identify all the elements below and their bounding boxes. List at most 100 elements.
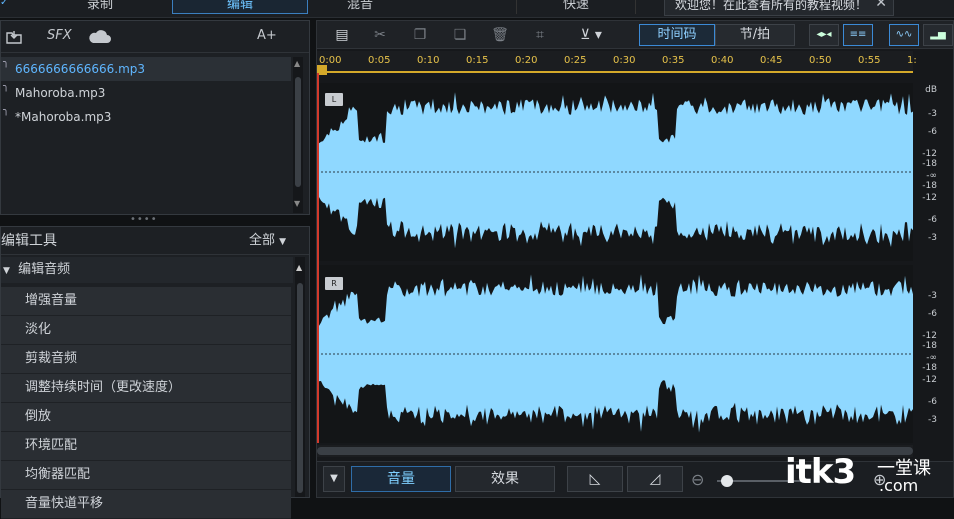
db-tick-label: -3 — [928, 291, 937, 301]
db-unit: dB — [925, 85, 937, 95]
list-item[interactable]: ╮ Mahoroba.mp3 — [1, 81, 291, 105]
file-marker-icon: ╮ — [3, 81, 10, 92]
file-list-scrollbar[interactable]: ▲ ▼ — [293, 57, 303, 213]
db-tick-label: -12 — [922, 193, 937, 203]
scroll-thumb[interactable] — [295, 77, 301, 187]
cut-icon[interactable]: ✂ — [371, 26, 389, 44]
tool-reverse[interactable]: 倒放 — [1, 403, 291, 432]
effects-tab-button[interactable]: 效果 — [455, 466, 555, 492]
section-edit-audio[interactable]: ▼ 编辑音频 — [1, 257, 293, 283]
level-display-icon[interactable]: ▂▅ — [923, 24, 953, 46]
insert-dropdown-icon[interactable]: ⊻ ▾ — [575, 26, 607, 44]
tools-header: 编辑工具 全部 ▼ — [1, 227, 309, 255]
channel-label: R — [325, 277, 343, 290]
sfx-icon[interactable]: SFX — [47, 28, 73, 46]
db-tick-label: -12 — [922, 149, 937, 159]
waveform-view-icon[interactable]: ◂▸◂ — [809, 24, 839, 46]
file-name: Mahoroba.mp3 — [15, 86, 106, 100]
ruler-tick-label: 0:55 — [858, 55, 881, 66]
zoom-slider-knob[interactable] — [721, 475, 733, 487]
ruler-tick-label: 0:50 — [809, 55, 832, 66]
ruler-tick-label: 0:30 — [613, 55, 636, 66]
tool-eq-match[interactable]: 均衡器匹配 — [1, 461, 291, 490]
time-ruler[interactable]: 0:00 0:05 0:10 0:15 0:20 0:25 0:30 0:35 0:40 0:45… — [317, 51, 917, 73]
ruler-tick-label: 0:40 — [711, 55, 734, 66]
ruler-tick-label: 0:10 — [417, 55, 440, 66]
scroll-down-icon[interactable]: ▼ — [294, 199, 300, 208]
fade-in-icon[interactable]: ◺ — [567, 466, 623, 492]
ruler-tick-label: 0:35 — [662, 55, 685, 66]
scroll-up-icon[interactable]: ▲ — [294, 59, 300, 68]
cloud-icon[interactable] — [87, 28, 113, 46]
db-tick-label: -12 — [922, 375, 937, 385]
db-tick-label: -3 — [928, 109, 937, 119]
waveform-fill — [317, 92, 913, 249]
scroll-thumb[interactable] — [297, 283, 303, 493]
ruler-tick-label: 0:20 — [515, 55, 538, 66]
list-item[interactable]: ╮ *Mahoroba.mp3 — [1, 105, 291, 129]
tab-record[interactable]: 录制 — [40, 0, 160, 14]
db-tick-label: -6 — [928, 397, 937, 407]
collapse-icon[interactable]: ▼ — [323, 466, 345, 492]
scroll-up-icon[interactable]: ▲ — [296, 263, 302, 272]
crop-icon[interactable]: ⌗ — [531, 26, 549, 44]
db-tick-label: -6 — [928, 309, 937, 319]
watermark-brand: itk3 — [785, 452, 856, 492]
db-tick-label: -18 — [922, 341, 937, 351]
ruler-tick-label: 0:25 — [564, 55, 587, 66]
section-label: 编辑音频 — [18, 262, 71, 277]
paste-icon[interactable]: ❏ — [451, 26, 469, 44]
ruler-tick-label: 0:15 — [466, 55, 489, 66]
library-toolbar: SFX A+ — [1, 21, 309, 53]
tool-ambient-match[interactable]: 环境匹配 — [1, 432, 291, 461]
tool-list: 增强音量 淡化 剪裁音频 调整持续时间（更改速度） 倒放 环境匹配 均衡器匹配 … — [1, 287, 291, 519]
zoom-out-icon[interactable]: ⊖ — [691, 470, 704, 489]
file-name: 6666666666666.mp3 — [15, 62, 146, 76]
edit-tools-panel: 编辑工具 全部 ▼ ▼ 编辑音频 增强音量 淡化 剪裁音频 调整持续时间（更改速… — [0, 226, 310, 519]
tool-adjust-duration[interactable]: 调整持续时间（更改速度） — [1, 374, 291, 403]
check-icon: ✓ — [0, 0, 9, 8]
delete-icon[interactable]: 🗑 — [491, 26, 509, 44]
spectral-view-icon[interactable]: ≡≡ — [843, 24, 873, 46]
copy-icon[interactable]: ❐ — [411, 26, 429, 44]
mode-beat-button[interactable]: 节/拍 — [715, 24, 795, 46]
list-item[interactable]: ╮ 6666666666666.mp3 — [1, 57, 291, 81]
db-tick-label: -12 — [922, 331, 937, 341]
tool-volume-pan[interactable]: 音量快道平移 — [1, 490, 291, 519]
welcome-notice: 欢迎您！在此查看所有的教程视频！ ✕ — [664, 0, 894, 16]
properties-icon[interactable]: ▤ — [333, 26, 351, 44]
notice-text: 欢迎您！在此查看所有的教程视频！ — [675, 0, 868, 12]
import-icon[interactable] — [5, 28, 23, 46]
db-tick-label: -3 — [928, 415, 937, 425]
mode-timecode-button[interactable]: 时间码 — [639, 24, 715, 46]
channel-left[interactable]: L — [317, 83, 913, 261]
waveform-editor: ▤ ✂ ❐ ❏ 🗑 ⌗ ⊻ ▾ 时间码 节/拍 ◂▸◂ ≡≡ ∿∿ ▂▅ 0:0… — [316, 20, 954, 498]
tab-edit[interactable]: 编辑 — [172, 0, 308, 14]
ruler-tick-label: 0:05 — [368, 55, 391, 66]
tab-mix[interactable]: 混音 — [320, 0, 400, 14]
channel-right[interactable]: R — [317, 265, 913, 443]
ruler-tick-label: 0:45 — [760, 55, 783, 66]
tab-quick[interactable]: 快速 — [516, 0, 636, 14]
tool-enhance-volume[interactable]: 增强音量 — [1, 287, 291, 316]
tool-list-scrollbar[interactable]: ▲ — [295, 257, 305, 497]
font-size-icon[interactable]: A+ — [257, 28, 287, 46]
close-icon[interactable]: ✕ — [875, 0, 887, 10]
db-scale: dB -3 -6 -12 -18 -∞ -18 -12 -6 -3 -3 -6 -12 -18 -∞ -18… — [917, 73, 953, 443]
fade-out-icon[interactable]: ◿ — [627, 466, 683, 492]
file-marker-icon: ╮ — [3, 57, 10, 68]
wave-display-icon[interactable]: ∿∿ — [889, 24, 919, 46]
db-tick-label: -18 — [922, 363, 937, 373]
tool-fade[interactable]: 淡化 — [1, 316, 291, 345]
tool-trim-audio[interactable]: 剪裁音频 — [1, 345, 291, 374]
volume-tab-button[interactable]: 音量 — [351, 466, 451, 492]
playhead-line — [317, 73, 319, 443]
tools-filter-dropdown[interactable]: 全部 ▼ — [249, 227, 286, 256]
db-tick-label: -∞ — [926, 353, 937, 363]
db-tick-label: -3 — [928, 233, 937, 243]
ruler-tick-label: 1: — [907, 55, 917, 66]
db-tick-label: -6 — [928, 215, 937, 225]
waveform-left — [317, 83, 913, 261]
panel-resize-grip[interactable]: •••• — [130, 214, 158, 225]
editor-toolbar: ▤ ✂ ❐ ❏ 🗑 ⌗ ⊻ ▾ 时间码 节/拍 ◂▸◂ ≡≡ ∿∿ ▂▅ — [317, 21, 953, 49]
